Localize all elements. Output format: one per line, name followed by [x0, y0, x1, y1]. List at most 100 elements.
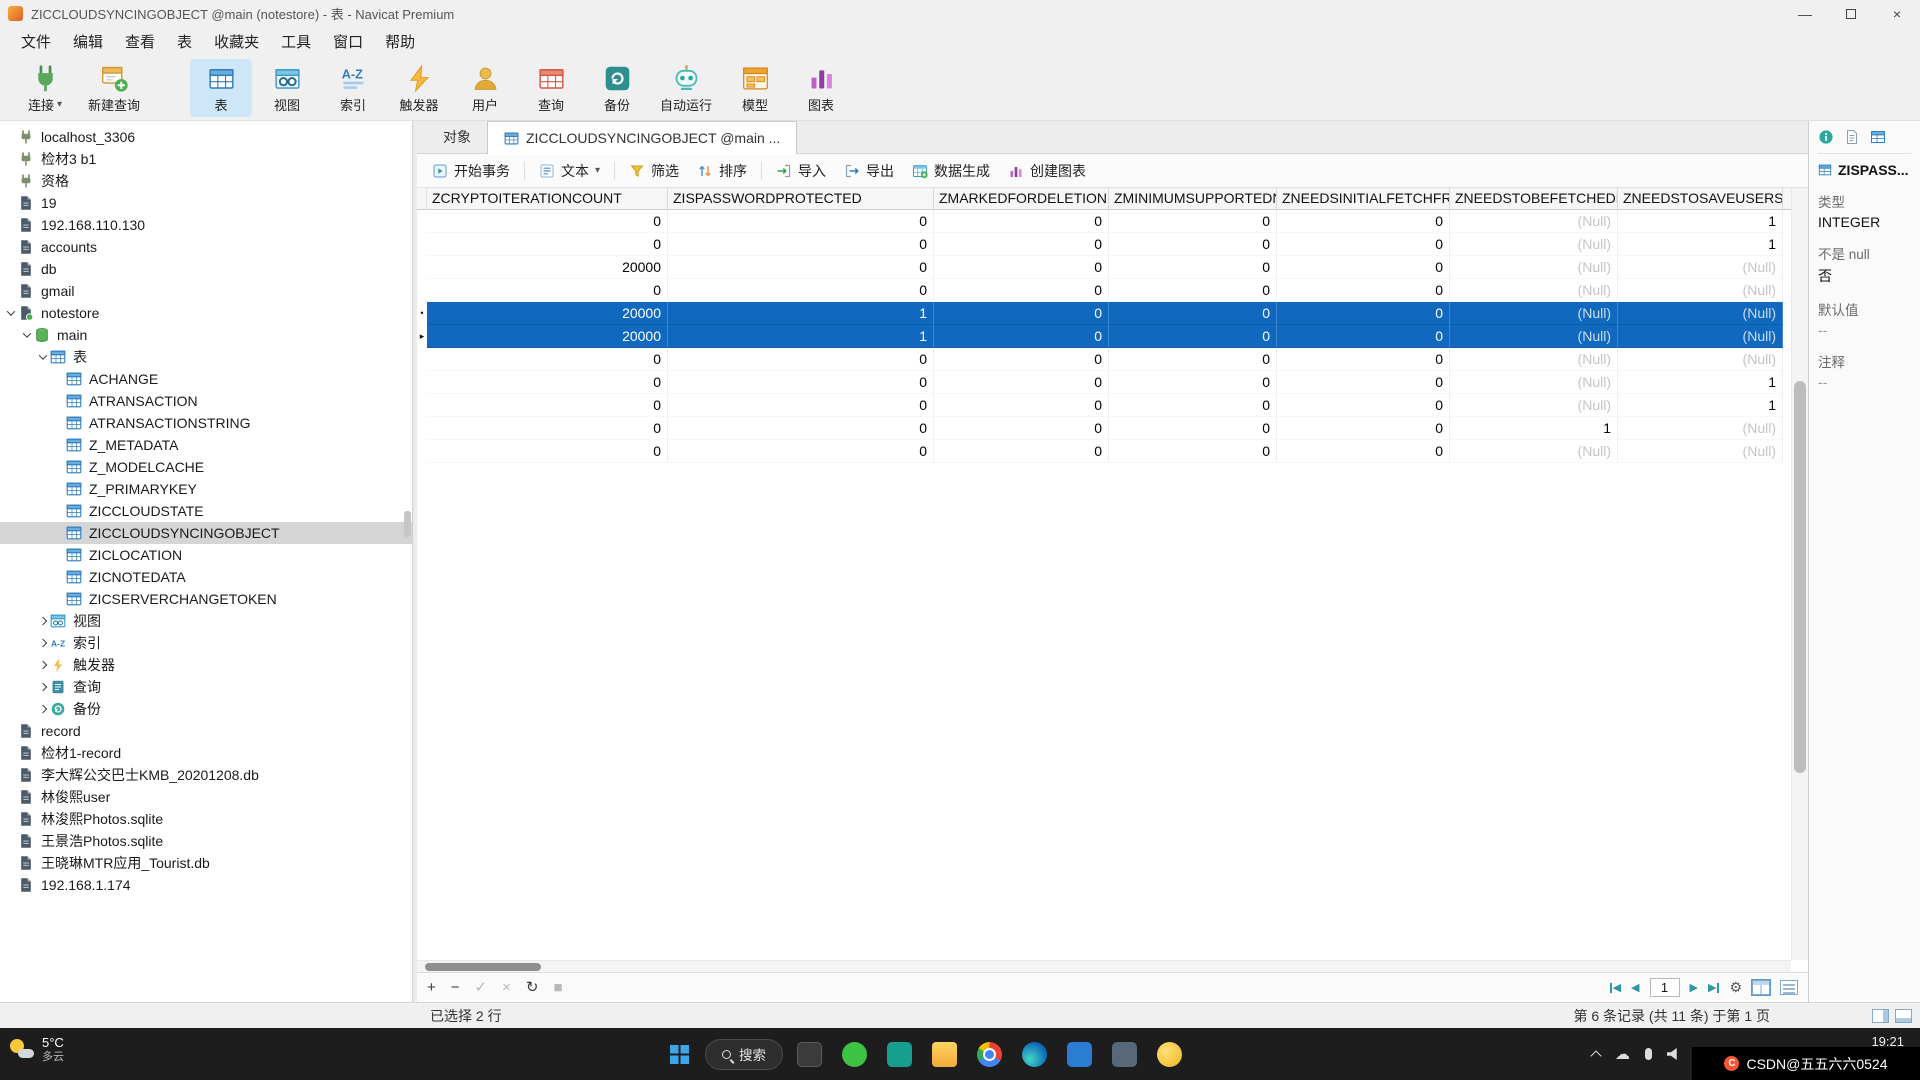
grid-cell[interactable]: 0 — [1109, 440, 1277, 463]
toolbar-button-3[interactable]: 视图 — [256, 59, 318, 117]
grid-cell[interactable]: (Null) — [1450, 440, 1618, 463]
vertical-scrollbar[interactable] — [1791, 188, 1808, 960]
tree-item-db[interactable]: db — [0, 258, 412, 280]
menu-item-0[interactable]: 文件 — [10, 27, 62, 56]
column-header-1[interactable]: ZISPASSWORDPROTECTED — [668, 188, 934, 209]
grid-cell[interactable]: (Null) — [1618, 302, 1783, 325]
menu-item-4[interactable]: 收藏夹 — [203, 27, 270, 56]
grid-cell[interactable]: (Null) — [1450, 256, 1618, 279]
grid-cell[interactable]: (Null) — [1450, 371, 1618, 394]
tree-item-user[interactable]: 林俊熙user — [0, 786, 412, 808]
grid-cell[interactable]: (Null) — [1450, 348, 1618, 371]
grid-toolbar-button-6[interactable]: 数据生成 — [903, 156, 999, 186]
column-header-2[interactable]: ZMARKEDFORDELETION — [934, 188, 1109, 209]
ddl-tab-icon[interactable] — [1844, 129, 1860, 145]
tree-chevron-open-icon[interactable] — [4, 310, 18, 316]
tree-item-ZICCLOUDSTATE[interactable]: ZICCLOUDSTATE — [0, 500, 412, 522]
add-record-button[interactable]: + — [427, 980, 436, 995]
grid-cell[interactable]: 1 — [668, 302, 934, 325]
grid-toolbar-button-1[interactable]: 文本▾ — [530, 156, 609, 186]
taskbar-app-app-dark[interactable] — [790, 1034, 828, 1074]
tree-chevron-closed-icon[interactable] — [36, 662, 50, 668]
tree-item-1-record[interactable]: 检材1-record — [0, 742, 412, 764]
toolbar-button-8[interactable]: 备份 — [586, 59, 648, 117]
grid-cell[interactable]: 0 — [1277, 348, 1450, 371]
grid-cell[interactable]: (Null) — [1450, 302, 1618, 325]
tree-item-192.168.110.130[interactable]: 192.168.110.130 — [0, 214, 412, 236]
grid-cell[interactable]: 0 — [934, 302, 1109, 325]
tab-1[interactable]: ZICCLOUDSYNCINGOBJECT @main ... — [487, 121, 797, 154]
tree-item-Z_MODELCACHE[interactable]: Z_MODELCACHE — [0, 456, 412, 478]
tree-item-10[interactable]: 表 — [0, 346, 412, 368]
grid-cell[interactable]: 0 — [668, 440, 934, 463]
table-row-9[interactable]: 000001(Null) — [417, 417, 1808, 440]
tree-item-23[interactable]: A-Z索引 — [0, 632, 412, 654]
last-record-button[interactable]: ▶ — [1708, 981, 1719, 994]
toolbar-button-10[interactable]: 模型 — [724, 59, 786, 117]
grid-cell[interactable]: 0 — [427, 279, 668, 302]
first-record-button[interactable]: ◀ — [1610, 981, 1621, 994]
grid-cell[interactable]: 0 — [934, 348, 1109, 371]
grid-cell[interactable]: 0 — [427, 394, 668, 417]
grid-cell[interactable]: 0 — [427, 348, 668, 371]
tree-item-KMB_20201208.db[interactable]: 李大辉公交巴士KMB_20201208.db — [0, 764, 412, 786]
grid-cell[interactable]: 1 — [1618, 371, 1783, 394]
grid-cell[interactable]: 0 — [1109, 302, 1277, 325]
taskbar-app-app-green[interactable] — [835, 1034, 873, 1074]
settings-gear-icon[interactable]: ⚙ — [1729, 979, 1742, 996]
toolbar-button-1[interactable]: 新建查询 — [80, 59, 148, 117]
grid-toolbar-button-5[interactable]: 导出 — [835, 156, 903, 186]
start-button[interactable] — [660, 1034, 698, 1074]
grid-toolbar-button-3[interactable]: 排序 — [688, 156, 756, 186]
grid-cell[interactable]: 0 — [1109, 256, 1277, 279]
tray-expand-icon[interactable] — [1590, 1050, 1601, 1061]
grid-cell[interactable]: 0 — [1277, 325, 1450, 348]
taskbar-weather[interactable]: 5°C 多云 — [10, 1035, 64, 1064]
grid-cell[interactable]: (Null) — [1450, 210, 1618, 233]
grid-cell[interactable]: 0 — [1277, 440, 1450, 463]
taskbar-app-app-yellow[interactable] — [1150, 1034, 1188, 1074]
grid-toolbar-button-4[interactable]: 导入 — [767, 156, 835, 186]
tree-item-accounts[interactable]: accounts — [0, 236, 412, 258]
toolbar-button-11[interactable]: 图表 — [790, 59, 852, 117]
tree-item-Z_METADATA[interactable]: Z_METADATA — [0, 434, 412, 456]
table-row-2[interactable]: 200000000(Null)(Null) — [417, 256, 1808, 279]
grid-cell[interactable]: 1 — [1618, 210, 1783, 233]
grid-cell[interactable]: 0 — [1277, 256, 1450, 279]
column-header-6[interactable]: ZNEEDSTOSAVEUSERSPE( — [1618, 188, 1783, 209]
grid-cell[interactable]: 0 — [934, 233, 1109, 256]
tree-item-3b1[interactable]: 检材3 b1 — [0, 148, 412, 170]
taskbar-app-app-blue[interactable] — [1060, 1034, 1098, 1074]
grid-cell[interactable]: 0 — [1277, 210, 1450, 233]
grid-cell[interactable]: 0 — [934, 325, 1109, 348]
grid-view-button[interactable] — [1752, 980, 1770, 995]
grid-cell[interactable]: 0 — [427, 210, 668, 233]
volume-icon[interactable] — [1667, 1048, 1680, 1060]
grid-cell[interactable]: (Null) — [1618, 256, 1783, 279]
grid-tab-icon[interactable] — [1870, 129, 1886, 145]
grid-cell[interactable]: 0 — [1109, 233, 1277, 256]
grid-cell[interactable]: (Null) — [1450, 394, 1618, 417]
grid-cell[interactable]: 0 — [668, 348, 934, 371]
table-row-7[interactable]: 00000(Null)1 — [417, 371, 1808, 394]
grid-cell[interactable]: 0 — [934, 440, 1109, 463]
menu-item-7[interactable]: 帮助 — [374, 27, 426, 56]
stop-button[interactable]: ■ — [553, 980, 562, 995]
grid-cell[interactable]: 20000 — [427, 256, 668, 279]
tree-item-ACHANGE[interactable]: ACHANGE — [0, 368, 412, 390]
grid-cell[interactable]: 0 — [934, 394, 1109, 417]
grid-cell[interactable]: (Null) — [1618, 417, 1783, 440]
grid-toolbar-button-7[interactable]: 创建图表 — [999, 156, 1095, 186]
table-row-1[interactable]: 00000(Null)1 — [417, 233, 1808, 256]
tree-item-22[interactable]: 视图 — [0, 610, 412, 632]
tree-item-MTR_Tourist.db[interactable]: 王晓琳MTR应用_Tourist.db — [0, 852, 412, 874]
grid-cell[interactable]: (Null) — [1450, 325, 1618, 348]
grid-cell[interactable]: 20000 — [427, 325, 668, 348]
table-row-6[interactable]: 00000(Null)(Null) — [417, 348, 1808, 371]
horizontal-scroll-thumb[interactable] — [425, 963, 541, 971]
toolbar-button-5[interactable]: 触发器 — [388, 59, 450, 117]
grid-cell[interactable]: (Null) — [1618, 325, 1783, 348]
grid-cell[interactable]: 0 — [668, 210, 934, 233]
column-header-4[interactable]: ZNEEDSINITIALFETCHFRC — [1277, 188, 1450, 209]
tree-item-24[interactable]: 触发器 — [0, 654, 412, 676]
